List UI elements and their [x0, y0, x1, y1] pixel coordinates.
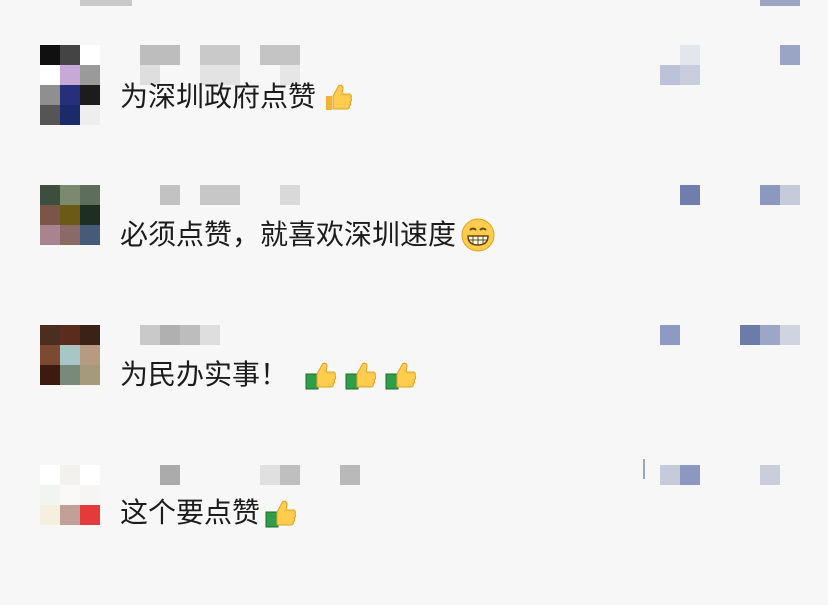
username-mosaic[interactable]	[140, 45, 180, 65]
comment-text-label: 为民办实事！	[120, 358, 289, 391]
thumbs-up-money-icon	[384, 357, 420, 393]
username-mosaic	[200, 185, 240, 205]
username-mosaic[interactable]	[160, 185, 180, 205]
like-icon-mosaic	[760, 325, 780, 345]
grin-emoji-icon	[460, 217, 496, 253]
like-count-mosaic	[680, 65, 700, 85]
like-icon-mosaic	[780, 185, 800, 205]
username-mosaic	[180, 325, 200, 345]
like-count-mosaic	[660, 65, 680, 85]
thumbs-up-money-icon	[264, 495, 300, 531]
like-count-mosaic	[680, 465, 700, 485]
mosaic-top-right	[760, 0, 800, 6]
like-icon-mosaic	[780, 325, 800, 345]
username-mosaic	[340, 465, 360, 485]
comment-text: 为深圳政府点赞	[120, 77, 356, 117]
thumbs-up-icon	[320, 79, 356, 115]
comment-text: 必须点赞，就喜欢深圳速度	[120, 215, 496, 255]
avatar-mosaic[interactable]	[40, 185, 100, 265]
username-mosaic	[280, 185, 300, 205]
avatar-mosaic[interactable]	[40, 465, 100, 545]
avatar-mosaic[interactable]	[40, 325, 100, 405]
comment-text-label: 必须点赞，就喜欢深圳速度	[120, 218, 457, 251]
comment-text-label: 为深圳政府点赞	[120, 80, 317, 113]
username-mosaic	[260, 45, 300, 65]
like-count-mosaic[interactable]	[660, 325, 680, 345]
like-count-mosaic[interactable]	[680, 45, 700, 65]
username-mosaic	[200, 45, 240, 65]
thumbs-up-money-icon	[304, 357, 340, 393]
like-count-mosaic[interactable]	[660, 465, 680, 485]
comment-item: 必须点赞，就喜欢深圳速度	[0, 185, 828, 325]
thumbs-up-money-icon	[344, 357, 380, 393]
comment-item: 这个要点赞	[0, 459, 828, 605]
like-icon-mosaic[interactable]	[760, 185, 780, 205]
username-mosaic[interactable]	[160, 465, 180, 485]
comment-item: 为民办实事！	[0, 325, 828, 465]
username-mosaic	[200, 325, 220, 345]
like-icon-mosaic[interactable]	[760, 465, 780, 485]
username-mosaic	[280, 465, 300, 485]
comment-text-label: 这个要点赞	[120, 496, 261, 529]
like-icon-mosaic[interactable]	[740, 325, 760, 345]
like-count-mosaic[interactable]	[680, 185, 700, 205]
comment-item: 为深圳政府点赞	[0, 45, 828, 185]
username-mosaic	[160, 325, 180, 345]
username-mosaic[interactable]	[140, 325, 160, 345]
divider-tick	[643, 459, 645, 479]
avatar-mosaic[interactable]	[40, 45, 100, 125]
comment-text: 这个要点赞	[120, 493, 300, 533]
username-mosaic	[260, 465, 280, 485]
like-icon-mosaic[interactable]	[780, 45, 800, 65]
comment-text: 为民办实事！	[120, 355, 420, 395]
mosaic-top-left	[80, 0, 132, 6]
